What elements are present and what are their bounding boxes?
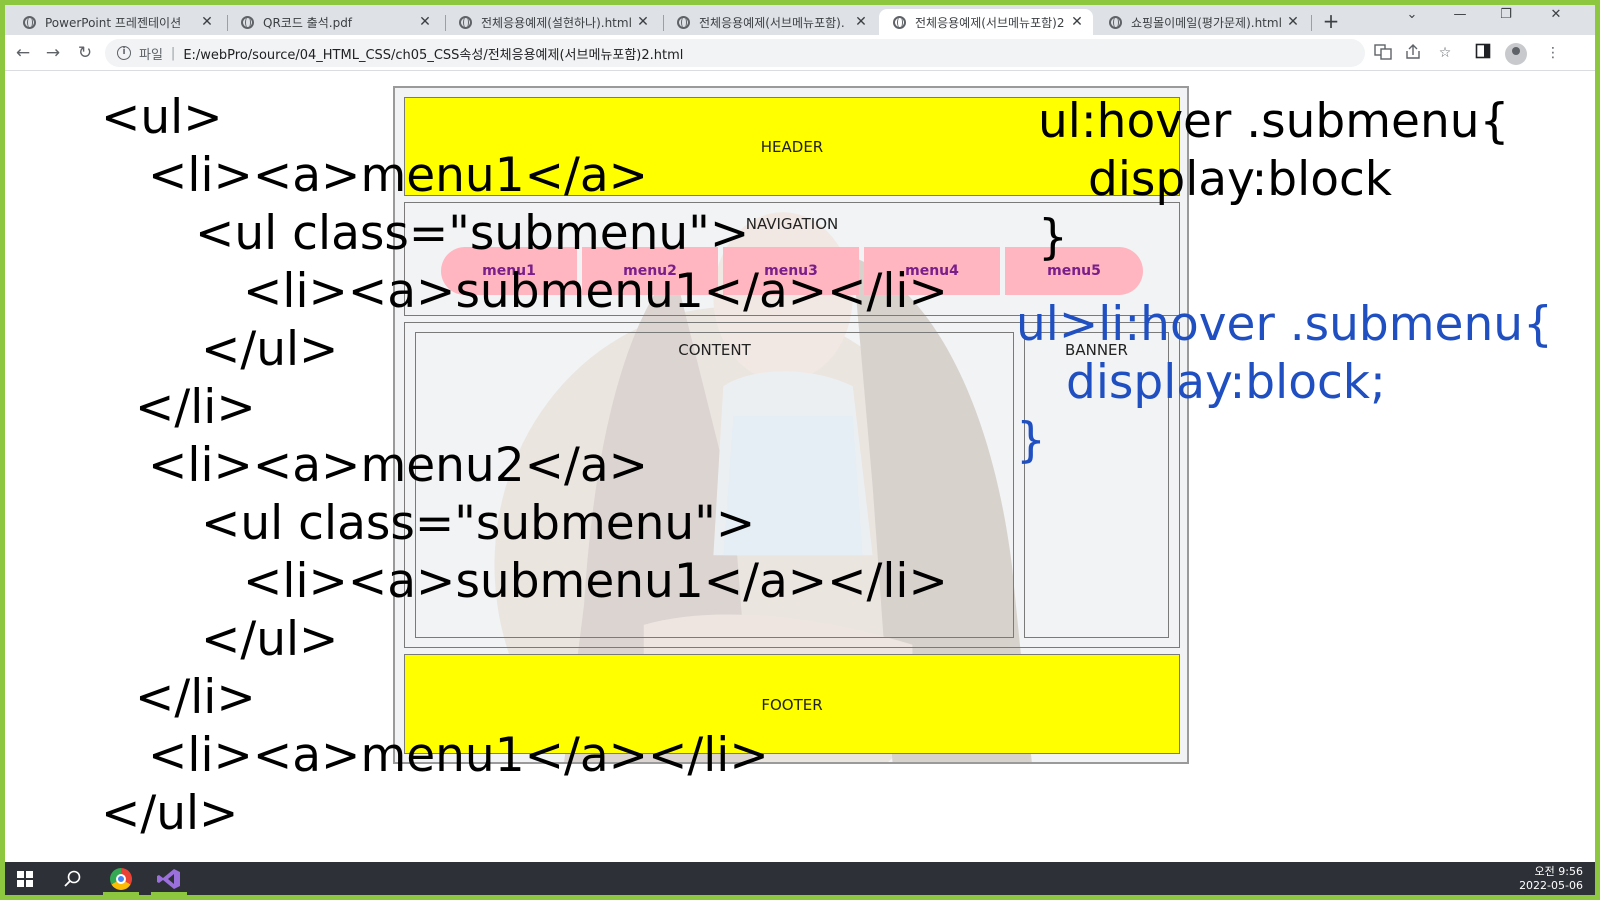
- css-rule-1-line: ul:hover .submenu{: [1038, 94, 1510, 149]
- minimize-icon[interactable]: —: [1445, 7, 1475, 22]
- code-line: <ul>: [101, 90, 223, 145]
- code-line: <li><a>menu1</a>: [148, 148, 649, 203]
- taskbar: 오전 9:56 2022-05-06: [5, 862, 1595, 895]
- window-close-icon[interactable]: ✕: [1541, 7, 1571, 22]
- chrome-running-indicator: [103, 892, 139, 895]
- tab-example-2[interactable]: 전체응용예제(서브메뉴포함). ✕: [663, 9, 877, 35]
- tab-title: QR코드 출석.pdf: [263, 15, 353, 30]
- code-line: <li><a>submenu1</a></li>: [243, 554, 948, 609]
- address-toolbar: ← → ↻ i 파일 | E:/webPro/source/04_HTML_CS…: [5, 35, 1595, 71]
- globe-icon: [459, 15, 472, 29]
- code-line: </ul>: [101, 786, 239, 841]
- close-icon[interactable]: ✕: [1069, 14, 1085, 30]
- search-icon[interactable]: [63, 869, 83, 889]
- tab-strip: PowerPoint 프레젠테이션 ✕ QR코드 출석.pdf ✕ 전체응용예제…: [5, 5, 1595, 35]
- tab-title: 전체응용예제(서브메뉴포함)2: [915, 15, 1065, 30]
- tab-powerpoint[interactable]: PowerPoint 프레젠테이션 ✕: [9, 9, 223, 35]
- code-line: <ul class="submenu">: [201, 496, 756, 551]
- close-icon[interactable]: ✕: [853, 14, 869, 30]
- browser-window: PowerPoint 프레젠테이션 ✕ QR코드 출석.pdf ✕ 전체응용예제…: [5, 5, 1595, 895]
- tab-title: 전체응용예제(설현하나).html: [481, 15, 632, 30]
- globe-icon: [23, 15, 36, 29]
- address-scheme: 파일: [139, 47, 163, 63]
- address-bar[interactable]: i 파일 | E:/webPro/source/04_HTML_CSS/ch05…: [105, 39, 1365, 67]
- profile-avatar[interactable]: [1505, 43, 1527, 65]
- globe-icon: [893, 15, 906, 29]
- tab-divider: [1311, 15, 1312, 31]
- css-rule-2-line: ul>li:hover .submenu{: [1016, 297, 1553, 352]
- code-line: <li><a>menu2</a>: [148, 438, 649, 493]
- tab-example-1[interactable]: 전체응용예제(설현하나).html ✕: [445, 9, 659, 35]
- code-line: <li><a>menu1</a></li>: [148, 728, 769, 783]
- code-line: </ul>: [201, 322, 339, 377]
- code-line: <li><a>submenu1</a></li>: [243, 264, 948, 319]
- more-menu-icon[interactable]: ⋮: [1543, 43, 1563, 63]
- side-panel-icon[interactable]: [1473, 43, 1493, 63]
- tab-qr-pdf[interactable]: QR코드 출석.pdf ✕: [227, 9, 441, 35]
- restore-icon[interactable]: ❐: [1491, 7, 1521, 22]
- clock-date: 2022-05-06: [1519, 879, 1583, 892]
- tab-search-chevron-icon[interactable]: ⌄: [1397, 7, 1427, 22]
- system-clock[interactable]: 오전 9:56 2022-05-06: [1519, 865, 1583, 893]
- bookmark-star-icon[interactable]: ☆: [1435, 43, 1455, 63]
- chrome-icon[interactable]: [110, 868, 132, 890]
- tab-title: 전체응용예제(서브메뉴포함).: [699, 15, 845, 30]
- code-line: </ul>: [201, 612, 339, 667]
- code-line: <ul class="submenu">: [195, 206, 750, 261]
- close-icon[interactable]: ✕: [199, 14, 215, 30]
- reload-icon[interactable]: ↻: [73, 41, 97, 65]
- demo-content-label: CONTENT: [678, 341, 751, 359]
- close-icon[interactable]: ✕: [1285, 14, 1301, 30]
- globe-icon: [241, 15, 254, 29]
- forward-arrow-icon[interactable]: →: [41, 41, 65, 65]
- code-line: </li>: [135, 380, 256, 435]
- css-rule-1-line: display:block: [1088, 152, 1393, 207]
- windows-start-icon[interactable]: [17, 871, 33, 887]
- info-icon[interactable]: i: [117, 46, 131, 60]
- clock-time: 오전 9:56: [1534, 865, 1583, 878]
- css-rule-2-line: }: [1016, 413, 1046, 468]
- tab-example-3-active[interactable]: 전체응용예제(서브메뉴포함)2 ✕: [879, 9, 1093, 35]
- globe-icon: [677, 15, 690, 29]
- vs-running-indicator: [151, 892, 187, 895]
- tab-shopping-email[interactable]: 쇼핑몰이메일(평가문제).html ✕: [1095, 9, 1309, 35]
- address-url[interactable]: E:/webPro/source/04_HTML_CSS/ch05_CSS속성/…: [183, 44, 683, 63]
- css-rule-1-line: }: [1038, 210, 1068, 265]
- close-icon[interactable]: ✕: [635, 14, 651, 30]
- back-arrow-icon[interactable]: ←: [11, 41, 35, 65]
- globe-icon: [1109, 15, 1122, 29]
- code-line: </li>: [135, 670, 256, 725]
- css-rule-2-line: display:block;: [1066, 355, 1386, 410]
- translate-icon[interactable]: [1373, 43, 1393, 63]
- tab-title: 쇼핑몰이메일(평가문제).html: [1131, 15, 1282, 30]
- new-tab-button[interactable]: +: [1319, 9, 1343, 33]
- tab-title: PowerPoint 프레젠테이션: [45, 15, 182, 30]
- page-viewport: HEADER NAVIGATION menu1 menu2 menu3 menu…: [5, 72, 1595, 862]
- share-icon[interactable]: [1403, 43, 1423, 63]
- demo-footer-label: FOOTER: [761, 696, 823, 714]
- close-icon[interactable]: ✕: [417, 14, 433, 30]
- address-divider: |: [170, 45, 176, 61]
- visual-studio-icon[interactable]: [157, 868, 181, 890]
- demo-menu-5[interactable]: menu5: [1005, 247, 1143, 295]
